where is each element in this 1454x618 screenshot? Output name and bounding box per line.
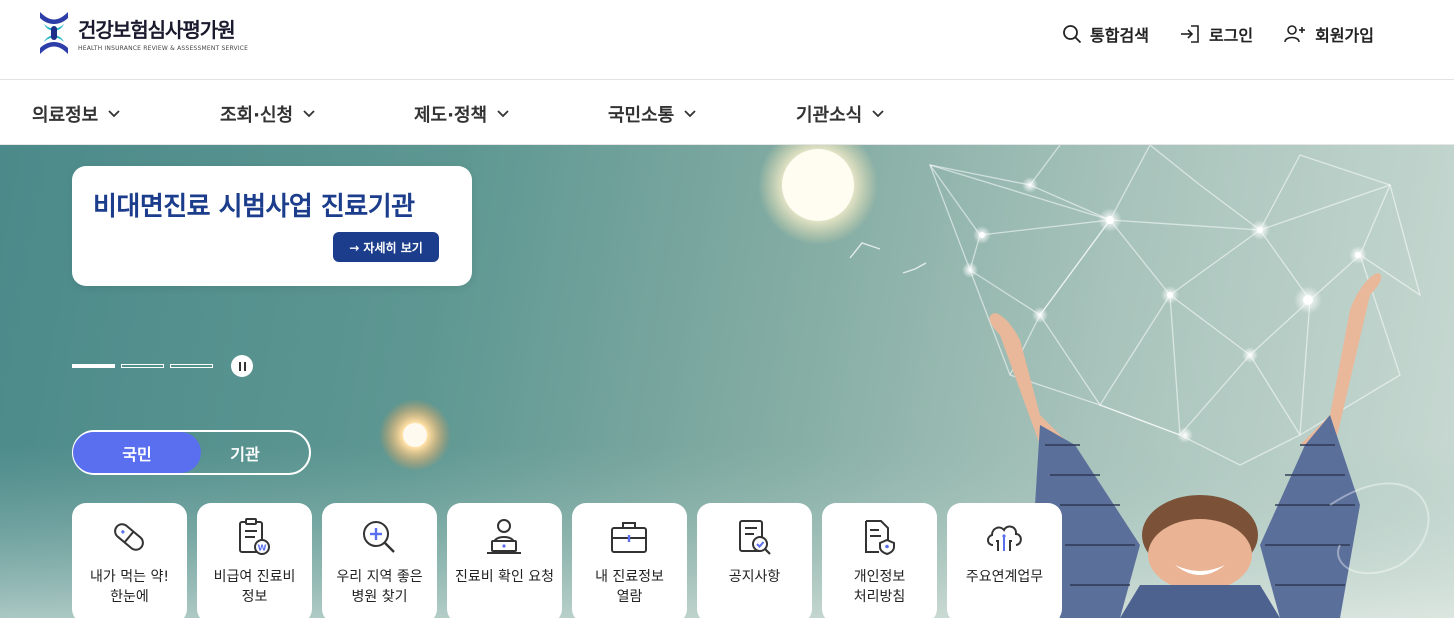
slide-indicators xyxy=(72,355,253,377)
view-details-button[interactable]: → 자세히 보기 xyxy=(333,232,439,262)
tile-my-medication-label: 내가 먹는 약! 한눈에 xyxy=(90,569,169,605)
medical-briefcase-icon xyxy=(611,522,647,553)
pause-icon xyxy=(238,361,241,371)
site-logo[interactable]: 건강보험심사평가원 HEALTH INSURANCE REVIEW & ASSE… xyxy=(36,8,248,58)
quick-menu: 내가 먹는 약! 한눈에 W 비급여 진료비 정보 우리 지역 좋은 병원 찾기 진료… xyxy=(72,503,1062,618)
slide-indicator-2[interactable] xyxy=(121,364,164,368)
search-icon xyxy=(1063,25,1082,44)
chevron-down-icon xyxy=(303,110,315,118)
tile-fee-check-request[interactable]: 진료비 확인 요청 xyxy=(447,503,562,618)
tile-my-medication[interactable]: 내가 먹는 약! 한눈에 xyxy=(72,503,187,618)
search-link[interactable]: 통합검색 xyxy=(1062,22,1149,46)
hero-banner: 비대면진료 시범사업 진료기관 → 자세히 보기 기관 국민 내가 먹는 약! 한… xyxy=(0,145,1454,618)
pill-icon xyxy=(114,523,144,551)
top-bar: 건강보험심사평가원 HEALTH INSURANCE REVIEW & ASSE… xyxy=(0,0,1454,80)
tile-notices-label: 공지사항 xyxy=(728,569,781,585)
logo-korean-text: 건강보험심사평가원 xyxy=(78,18,236,42)
tile-fee-check-request-label: 진료비 확인 요청 xyxy=(454,569,555,585)
promo-card: 비대면진료 시범사업 진료기관 → 자세히 보기 xyxy=(72,166,472,286)
nav-system-policy[interactable]: 제도·정책 xyxy=(414,101,509,127)
utility-menu: 통합검색 로그인 회원가입 xyxy=(1062,22,1374,46)
nav-lookup-apply-label: 조회·신청 xyxy=(220,105,294,126)
main-navigation: 의료정보 조회·신청 제도·정책 국민소통 기관소식 xyxy=(0,80,1454,145)
signup-link-label: 회원가입 xyxy=(1315,26,1374,45)
nav-agency-news[interactable]: 기관소식 xyxy=(796,101,884,127)
audience-toggle: 기관 국민 xyxy=(72,430,311,475)
tile-notices[interactable]: 공지사항 xyxy=(697,503,812,618)
nav-lookup-apply[interactable]: 조회·신청 xyxy=(220,101,315,127)
tile-find-hospital[interactable]: 우리 지역 좋은 병원 찾기 xyxy=(322,503,437,618)
login-icon xyxy=(1180,25,1199,43)
tile-noncovered-fees[interactable]: W 비급여 진료비 정보 xyxy=(197,503,312,618)
signup-link[interactable]: 회원가입 xyxy=(1283,22,1374,46)
tile-my-medical-info-label: 내 진료정보 열람 xyxy=(595,569,664,605)
tile-linked-services[interactable]: 주요연계업무 xyxy=(947,503,1062,618)
nav-medical-info-label: 의료정보 xyxy=(32,105,99,126)
promo-title: 비대면진료 시범사업 진료기관 xyxy=(93,192,415,222)
tile-my-medical-info[interactable]: 내 진료정보 열람 xyxy=(572,503,687,618)
chevron-down-icon xyxy=(108,110,120,118)
tile-find-hospital-label: 우리 지역 좋은 병원 찾기 xyxy=(336,569,423,605)
chevron-down-icon xyxy=(497,110,509,118)
chevron-down-icon xyxy=(872,110,884,118)
login-link-label: 로그인 xyxy=(1208,26,1254,45)
tile-privacy-policy[interactable]: 개인정보 처리방침 xyxy=(822,503,937,618)
nav-medical-info[interactable]: 의료정보 xyxy=(32,101,120,127)
nav-citizen-communication-label: 국민소통 xyxy=(608,105,675,126)
privacy-shield-icon xyxy=(865,520,895,556)
notice-document-icon xyxy=(739,520,771,555)
chevron-down-icon xyxy=(684,110,696,118)
hospital-search-icon xyxy=(363,521,395,553)
slide-indicator-1[interactable] xyxy=(72,364,115,368)
nav-agency-news-label: 기관소식 xyxy=(796,105,863,126)
user-add-icon xyxy=(1284,25,1306,43)
cloud-network-icon xyxy=(987,525,1022,551)
won-document-icon: W xyxy=(239,518,270,555)
tile-privacy-policy-label: 개인정보 처리방침 xyxy=(853,569,906,605)
toggle-citizen[interactable]: 국민 xyxy=(73,432,201,473)
pause-button[interactable] xyxy=(231,355,253,377)
svg-text:W: W xyxy=(258,544,267,553)
search-link-label: 통합검색 xyxy=(1090,26,1149,45)
login-link[interactable]: 로그인 xyxy=(1179,22,1253,46)
hira-logo-icon xyxy=(40,12,68,54)
tile-linked-services-label: 주요연계업무 xyxy=(965,569,1044,585)
tile-noncovered-fees-label: 비급여 진료비 정보 xyxy=(213,569,296,605)
nav-citizen-communication[interactable]: 국민소통 xyxy=(608,101,696,127)
logo-english-text: HEALTH INSURANCE REVIEW & ASSESSMENT SER… xyxy=(78,45,249,52)
nav-system-policy-label: 제도·정책 xyxy=(414,105,488,126)
slide-indicator-3[interactable] xyxy=(170,364,213,368)
laptop-user-icon xyxy=(487,519,521,554)
